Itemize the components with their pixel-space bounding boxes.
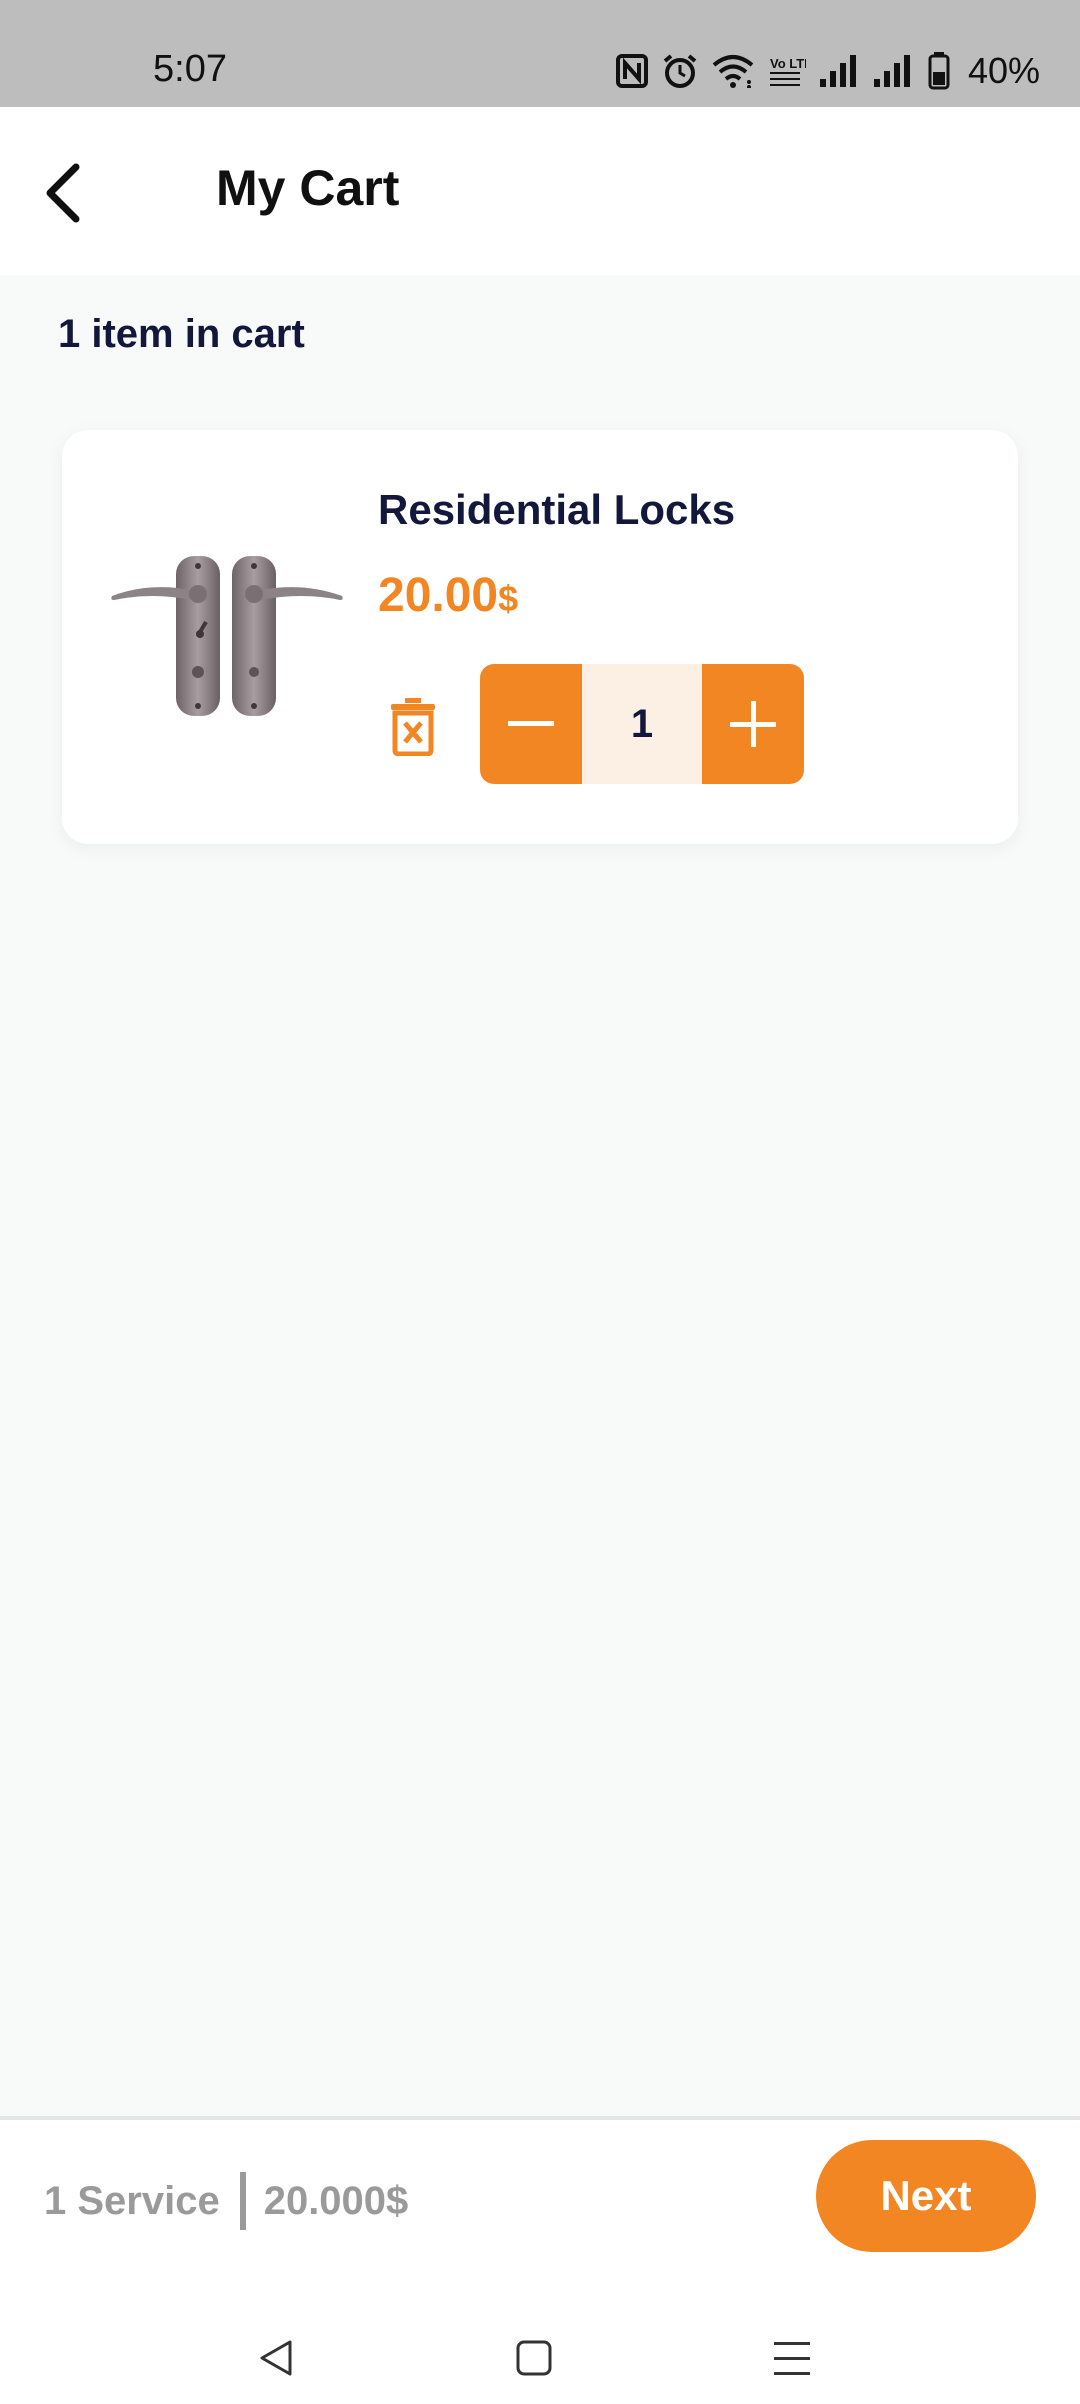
battery-icon: [928, 52, 950, 90]
price-value: 20.00: [378, 569, 499, 622]
next-button[interactable]: Next: [816, 2140, 1036, 2252]
trash-icon: [391, 698, 435, 757]
alarm-icon: [663, 54, 697, 88]
back-button[interactable]: [36, 153, 96, 233]
page-title: My Cart: [216, 160, 400, 216]
product-price: 20.00$: [378, 568, 518, 623]
door-lock-handle-image: [111, 556, 343, 716]
minus-icon: [508, 721, 554, 726]
signal-icon: [819, 55, 856, 87]
triangle-back-icon: [260, 2340, 292, 2376]
status-bar: 5:07 Vo LTE: [0, 0, 1080, 107]
system-nav-bar: [0, 2320, 1080, 2404]
status-icons: Vo LTE 40%: [615, 50, 1040, 92]
cart-count-label: 1 item in cart: [58, 312, 305, 356]
nav-back-button[interactable]: [246, 2328, 306, 2388]
increase-quantity-button[interactable]: [702, 664, 804, 784]
nav-menu-button[interactable]: [762, 2328, 822, 2388]
volte-icon: Vo LTE: [769, 56, 806, 86]
delete-item-button[interactable]: [387, 696, 439, 757]
product-name: Residential Locks: [378, 486, 736, 533]
price-currency: $: [498, 578, 519, 619]
svg-text:Vo LTE: Vo LTE: [770, 56, 806, 71]
plus-icon: [730, 701, 776, 747]
services-count: 1 Service: [44, 2178, 220, 2223]
summary-divider: [239, 2172, 246, 2230]
quantity-value: 1: [582, 664, 702, 784]
signal-icon: [873, 55, 910, 87]
nfc-icon: [615, 54, 648, 88]
wifi-icon: [712, 55, 754, 88]
square-home-icon: [516, 2340, 552, 2376]
decrease-quantity-button[interactable]: [480, 664, 582, 784]
product-image: [108, 552, 346, 720]
checkout-bar: 1 Service 20.000$ Next: [0, 2116, 1080, 2404]
status-time: 5:07: [153, 48, 227, 90]
cart-item-card: Residential Locks 20.00$ 1: [62, 430, 1018, 844]
nav-home-button[interactable]: [504, 2328, 564, 2388]
app-header: My Cart: [0, 107, 1080, 275]
cart-summary: 1 Service 20.000$: [44, 2172, 408, 2230]
battery-percent: 40%: [967, 50, 1040, 91]
summary-total: 20.000$: [263, 2178, 409, 2223]
hamburger-menu-icon: [774, 2342, 810, 2375]
chevron-left-icon: [46, 163, 80, 223]
quantity-stepper: 1: [480, 664, 804, 784]
